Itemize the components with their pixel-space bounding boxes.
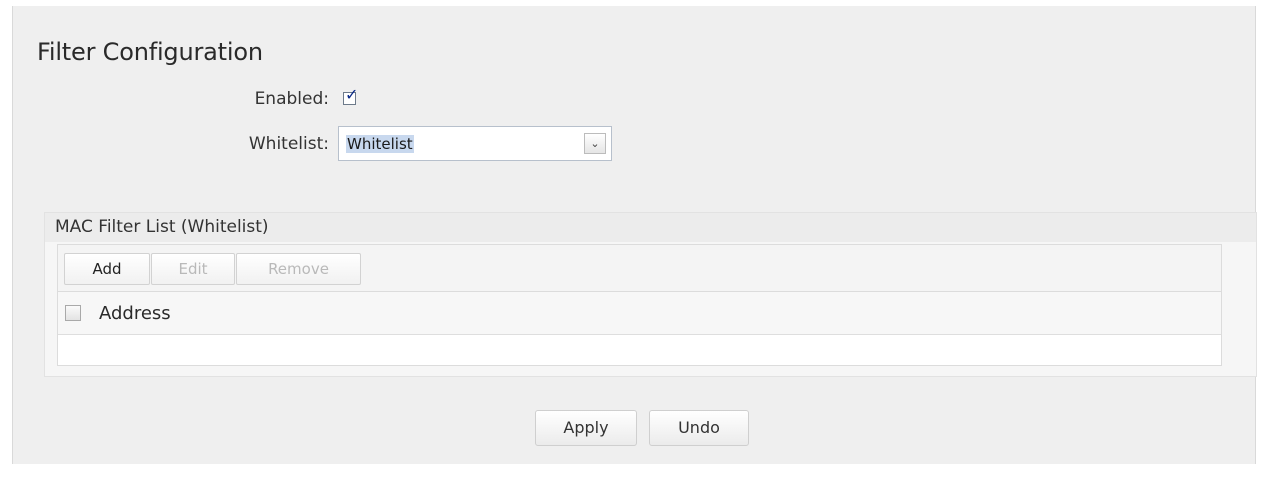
mac-filter-title: MAC Filter List (Whitelist) — [55, 217, 269, 237]
enabled-checkbox[interactable]: ✓ — [343, 87, 358, 105]
mac-filter-section: MAC Filter List (Whitelist) Add Edit Rem… — [44, 212, 1257, 377]
filter-configuration-panel: Filter Configuration Enabled: ✓ Whitelis… — [12, 6, 1257, 464]
grid-toolbar: Add Edit Remove — [58, 245, 1221, 292]
chevron-down-icon[interactable]: ⌄ — [584, 133, 606, 154]
whitelist-select-value: Whitelist — [346, 135, 414, 153]
add-button[interactable]: Add — [64, 253, 150, 285]
address-column-header[interactable]: Address — [99, 303, 171, 324]
select-all-checkbox[interactable] — [65, 305, 81, 321]
whitelist-label: Whitelist: — [248, 134, 329, 154]
whitelist-select[interactable]: Whitelist ⌄ — [338, 126, 612, 161]
page-title: Filter Configuration — [37, 38, 263, 66]
undo-button[interactable]: Undo — [649, 410, 749, 446]
apply-button[interactable]: Apply — [535, 410, 637, 446]
mac-filter-header: MAC Filter List (Whitelist) — [45, 213, 1256, 242]
mac-filter-grid: Add Edit Remove Address — [57, 244, 1222, 366]
remove-button[interactable]: Remove — [236, 253, 361, 285]
edit-button[interactable]: Edit — [151, 253, 235, 285]
enabled-label: Enabled: — [254, 89, 329, 109]
grid-header-row: Address — [58, 292, 1221, 335]
checkmark-icon: ✓ — [345, 85, 359, 104]
